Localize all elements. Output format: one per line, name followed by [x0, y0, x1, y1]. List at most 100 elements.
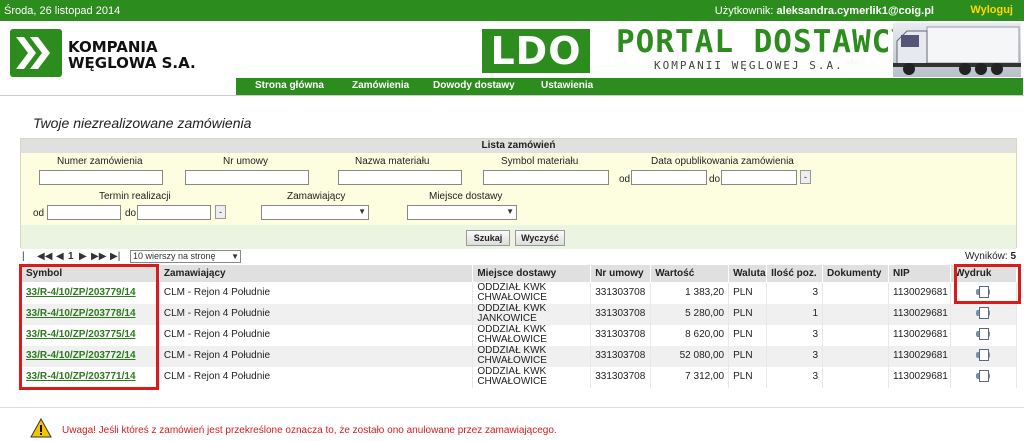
material-symbol-input[interactable] — [483, 170, 609, 185]
order-number-label: Numer zamówienia — [57, 156, 143, 167]
currency-cell: PLN — [728, 324, 768, 346]
logout-link[interactable]: Wyloguj — [970, 4, 1013, 16]
qty-cell: 1 — [766, 303, 824, 325]
table-row: 33/R-4/10/ZP/203772/14 CLM - Rejon 4 Poł… — [21, 345, 1018, 367]
divider — [0, 95, 1024, 96]
contract-cell: 331303708 — [590, 303, 652, 325]
portal-subtitle: KOMPANII WĘGLOWEJ S.A. — [654, 59, 844, 72]
col-contract[interactable]: Nr umowy — [590, 264, 652, 283]
place-cell: ODDZIAŁ KWK JANKOWICE — [472, 303, 592, 325]
publish-date-label: Data opublikowania zamówienia — [651, 156, 794, 167]
next-fast-icon[interactable]: ▶▶ — [91, 251, 106, 262]
col-value[interactable]: Wartość — [650, 264, 730, 283]
col-place[interactable]: Miejsce dostawy — [472, 264, 592, 283]
docs-cell — [822, 324, 889, 346]
qty-cell: 3 — [766, 345, 824, 367]
next-page-icon[interactable]: ▶ — [79, 251, 87, 262]
value-cell: 7 312,00 — [650, 366, 730, 388]
contract-cell: 331303708 — [590, 345, 652, 367]
qty-cell: 3 — [766, 324, 824, 346]
deadline-clear-button[interactable]: - — [215, 205, 226, 219]
results-label: Wyników: — [964, 251, 1008, 262]
printer-icon[interactable] — [976, 370, 991, 382]
warning-text: Uwaga! Jeśli któreś z zamówień jest prze… — [62, 425, 557, 436]
nip-cell: 1130029681 — [888, 282, 951, 304]
qty-cell: 3 — [766, 366, 824, 388]
deadline-label: Termin realizacji — [99, 191, 171, 202]
company-name: KOMPANIA WĘGLOWA S.A. — [68, 39, 196, 71]
print-cell — [949, 324, 1018, 346]
nip-cell: 1130029681 — [888, 345, 951, 367]
user-info: Użytkownik: aleksandra.cymerlik1@coig.pl — [715, 5, 934, 17]
orderer-select[interactable] — [261, 205, 369, 220]
deadline-to-label: do — [125, 208, 137, 219]
contract-cell: 331303708 — [590, 366, 652, 388]
currency-cell: PLN — [728, 345, 768, 367]
nav-orders[interactable]: Zamówienia — [352, 80, 409, 91]
nip-cell: 1130029681 — [888, 366, 951, 388]
printer-icon[interactable] — [976, 328, 991, 340]
ldo-logo: LDO — [482, 29, 590, 73]
deadline-to-input[interactable] — [137, 205, 211, 220]
value-cell: 1 383,20 — [650, 282, 730, 304]
orderer-cell: CLM - Rejon 4 Południe — [158, 345, 474, 367]
publish-date-to-input[interactable] — [721, 170, 797, 185]
col-qty[interactable]: Ilość poz. — [766, 264, 824, 283]
warning-icon — [30, 417, 52, 441]
orderer-cell: CLM - Rejon 4 Południe — [158, 282, 474, 304]
publish-date-to-label: do — [709, 174, 721, 185]
prev-page-icon[interactable]: ◀ — [56, 251, 64, 262]
publish-date-from-input[interactable] — [631, 170, 707, 185]
current-page[interactable]: 1 — [68, 251, 74, 262]
qty-cell: 3 — [766, 282, 824, 304]
user-label: Użytkownik: — [714, 5, 774, 17]
last-page-icon[interactable]: ▶| — [110, 251, 120, 262]
clear-button[interactable]: Wyczyść — [515, 230, 565, 246]
current-date: Środa, 26 listopad 2014 — [4, 5, 121, 17]
prev-fast-icon[interactable]: ◀◀ — [37, 251, 52, 262]
col-orderer[interactable]: Zamawiający — [158, 264, 474, 283]
order-number-input[interactable] — [39, 170, 163, 185]
nav-home[interactable]: Strona główna — [255, 80, 324, 91]
print-cell — [949, 345, 1018, 367]
nav-settings[interactable]: Ustawienia — [541, 80, 593, 91]
deadline-from-label: od — [33, 208, 45, 219]
col-currency[interactable]: Waluta — [728, 264, 768, 283]
contract-number-input[interactable] — [185, 170, 309, 185]
orderer-label: Zamawiający — [287, 191, 346, 202]
currency-cell: PLN — [728, 303, 768, 325]
table-row: 33/R-4/10/ZP/203771/14 CLM - Rejon 4 Poł… — [21, 366, 1018, 388]
docs-cell — [822, 282, 889, 304]
printer-icon[interactable] — [976, 307, 991, 319]
docs-cell — [822, 345, 889, 367]
company-logo[interactable]: KOMPANIA WĘGLOWA S.A. — [10, 29, 200, 77]
orderer-cell: CLM - Rejon 4 Południe — [158, 303, 474, 325]
print-cell — [949, 303, 1018, 325]
material-name-input[interactable] — [338, 170, 462, 185]
orderer-cell: CLM - Rejon 4 Południe — [158, 366, 474, 388]
printer-icon[interactable] — [976, 349, 991, 361]
company-name-line2: WĘGLOWA S.A. — [68, 54, 196, 72]
delivery-place-select[interactable] — [407, 205, 517, 220]
col-nip[interactable]: NIP — [888, 264, 951, 283]
value-cell: 52 080,00 — [650, 345, 730, 367]
contract-cell: 331303708 — [590, 282, 652, 304]
rows-per-page-select[interactable]: 10 wierszy na stronę — [130, 250, 241, 263]
place-cell: ODDZIAŁ KWK CHWAŁOWICE — [472, 366, 592, 388]
filter-panel: Lista zamówień Numer zamówienia Nr umowy… — [20, 138, 1017, 249]
delivery-place-label: Miejsce dostawy — [429, 191, 503, 202]
publish-date-clear-button[interactable]: - — [800, 170, 811, 184]
highlight-print-column — [954, 264, 1021, 304]
truck-image — [893, 23, 1021, 77]
user-email: aleksandra.cymerlik1@coig.pl — [776, 5, 934, 17]
results-number: 5 — [1010, 251, 1016, 262]
deadline-from-input[interactable] — [47, 205, 121, 220]
table-header-row: Symbol Zamawiający Miejsce dostawy Nr um… — [21, 264, 1018, 283]
value-cell: 5 280,00 — [650, 303, 730, 325]
nav-delivery-proofs[interactable]: Dowody dostawy — [433, 80, 515, 91]
col-docs[interactable]: Dokumenty — [822, 264, 889, 283]
search-button[interactable]: Szukaj — [466, 230, 510, 246]
highlight-symbol-column — [19, 264, 159, 390]
contract-number-label: Nr umowy — [223, 156, 269, 167]
results-count: Wyników: 5 — [965, 251, 1016, 262]
